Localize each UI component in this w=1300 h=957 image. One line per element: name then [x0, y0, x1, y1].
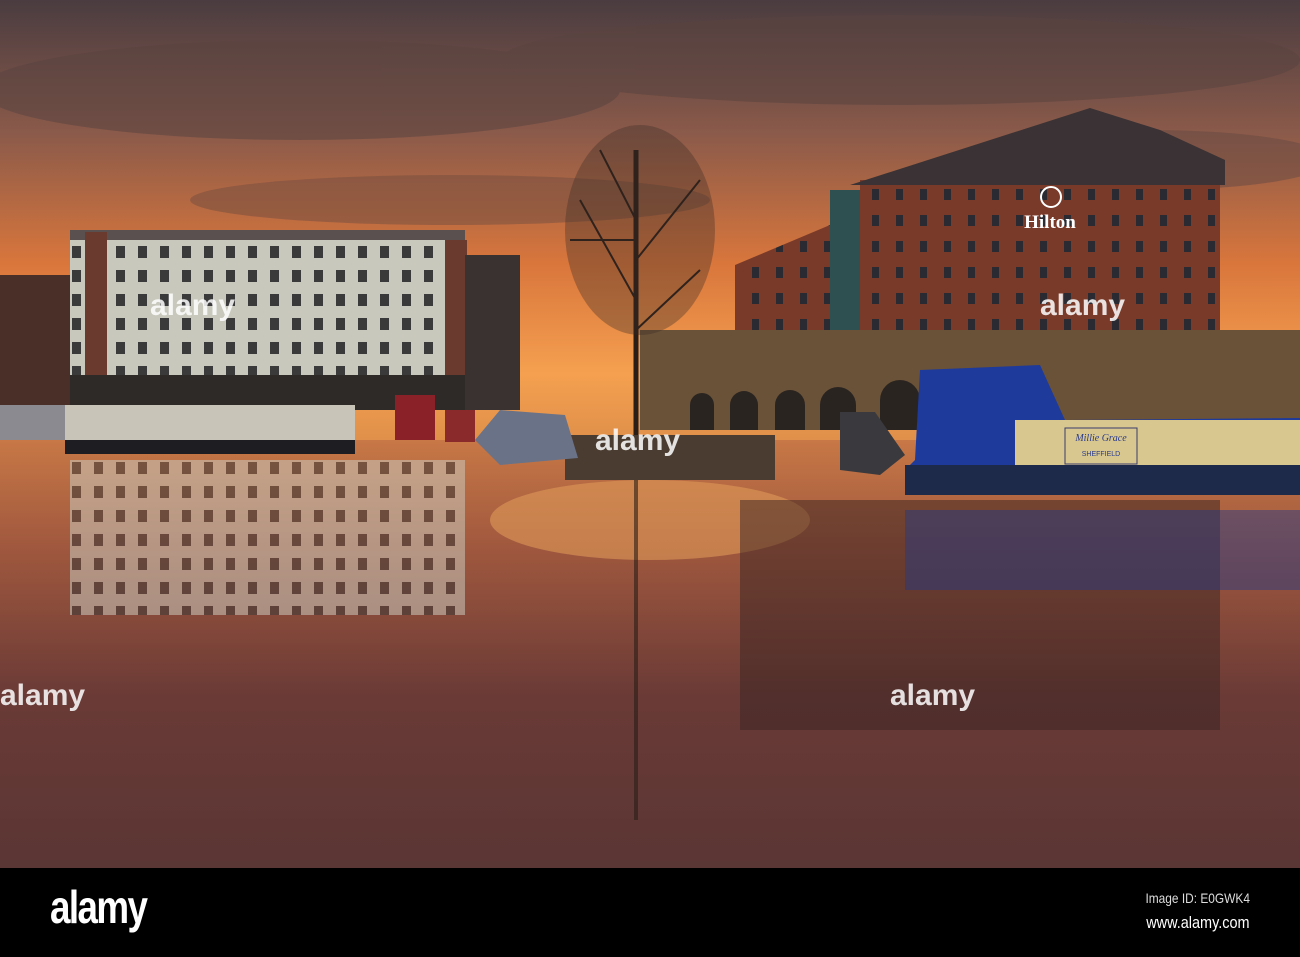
warehouse-building	[0, 230, 520, 410]
alamy-logo: alamy	[50, 881, 148, 933]
boat-home: Sheffield	[1082, 451, 1121, 458]
image-id: Image ID: E0GWK4	[1145, 890, 1250, 906]
svg-text:alamy: alamy	[890, 679, 975, 712]
alamy-url: www.alamy.com	[1146, 913, 1250, 932]
boat-reflection	[905, 510, 1300, 590]
hilton-sign: Hilton	[1024, 212, 1076, 233]
boat-name: Millie Grace	[1074, 433, 1127, 444]
warehouse-reflection	[70, 460, 465, 615]
svg-text:alamy: alamy	[595, 424, 680, 457]
svg-text:alamy: alamy	[0, 679, 85, 712]
svg-text:alamy: alamy	[1040, 289, 1125, 322]
canal-basin-sunset-photo: Hilton Millie Grace Sheffield alamy alam…	[0, 0, 1300, 868]
svg-text:alamy: alamy	[150, 289, 235, 322]
stock-photo: Hilton Millie Grace Sheffield ala	[0, 0, 1300, 957]
